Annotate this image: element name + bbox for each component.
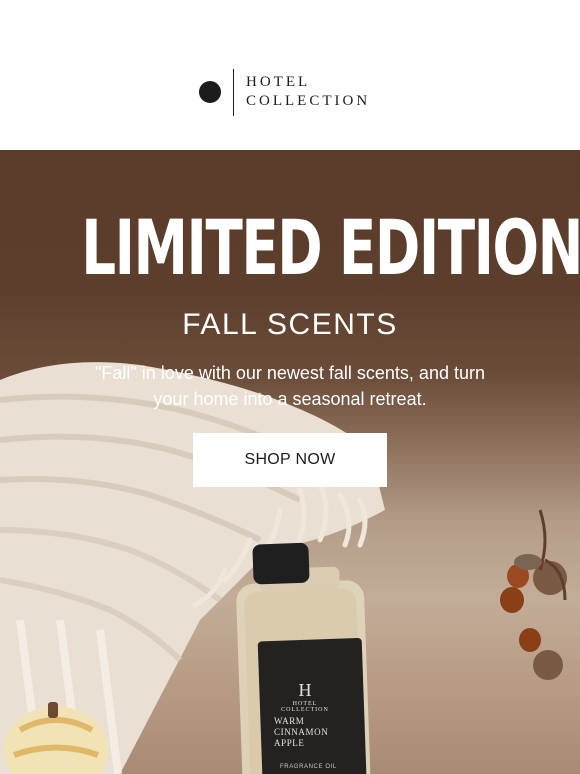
bottle-brand-text: HOTEL COLLECTION xyxy=(281,701,329,713)
bottle-product-type: FRAGRANCE OIL xyxy=(280,764,337,770)
bottle-monogram: H xyxy=(298,680,312,700)
logo-dot-icon xyxy=(199,81,221,103)
shop-now-button[interactable]: SHOP NOW xyxy=(193,433,387,487)
hero-title: LIMITED EDITION xyxy=(81,203,580,292)
hero-subtitle: FALL SCENTS xyxy=(182,308,398,341)
email-header: HOTEL COLLECTION xyxy=(0,0,580,150)
brand-logo[interactable]: HOTEL COLLECTION xyxy=(199,68,389,116)
hero-description: "Fall" in love with our newest fall scen… xyxy=(95,363,485,409)
bottle-label-brand: H HOTEL COLLECTION xyxy=(270,680,340,713)
logo-wordmark: HOTEL COLLECTION xyxy=(246,73,370,111)
logo-divider xyxy=(233,68,234,116)
logo-line-2: COLLECTION xyxy=(246,93,371,109)
hero-banner: LIMITED EDITION FALL SCENTS "Fall" in lo… xyxy=(0,150,580,774)
bottle-product-name: WARM CINNAMON APPLE xyxy=(274,716,329,748)
logo-line-1: HOTEL xyxy=(246,74,311,90)
